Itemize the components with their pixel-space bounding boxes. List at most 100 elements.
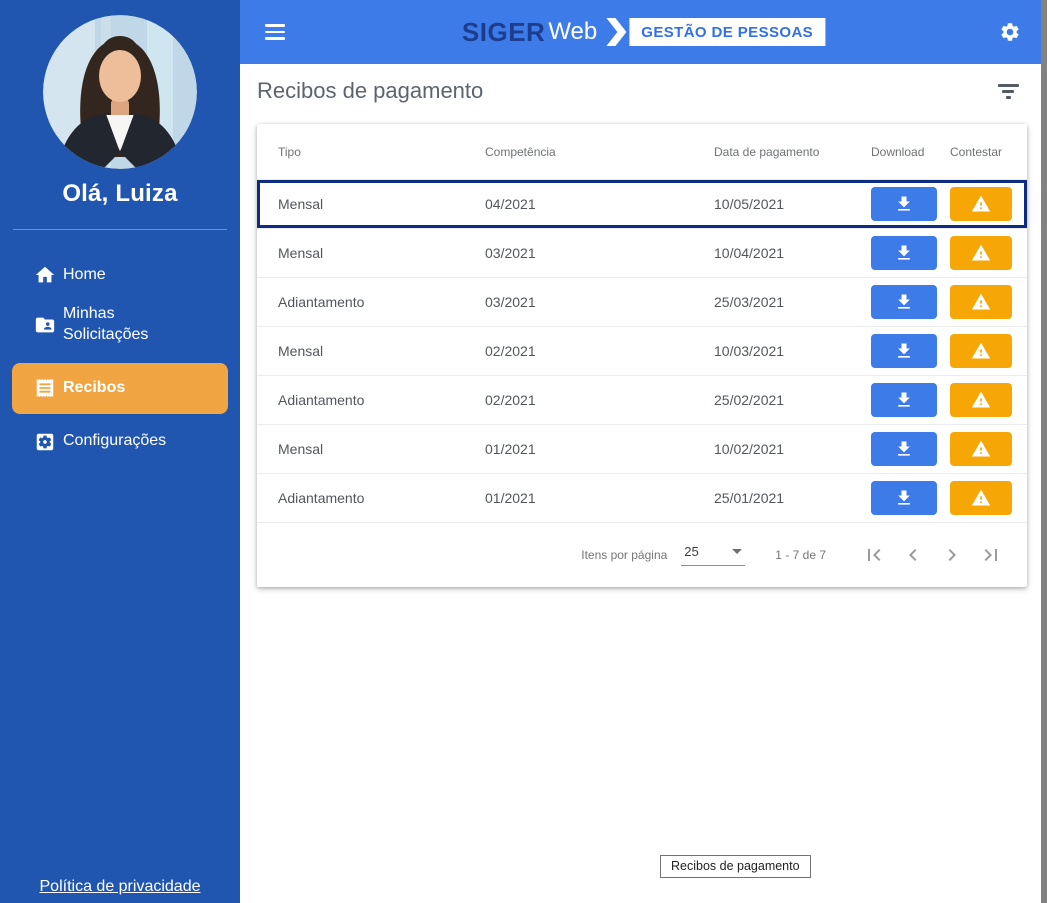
app-window: Olá, Luiza Home Minhas Solicitações Reci… [0, 0, 1047, 903]
cell-competencia: 01/2021 [485, 441, 714, 457]
download-icon [894, 292, 914, 312]
scrollbar[interactable] [1041, 0, 1047, 903]
sidebar: Olá, Luiza Home Minhas Solicitações Reci… [0, 0, 240, 903]
menu-icon[interactable] [265, 24, 285, 40]
table-row: Mensal 01/2021 10/02/2021 [257, 425, 1027, 474]
cell-competencia: 03/2021 [485, 294, 714, 310]
table-row: Adiantamento 02/2021 25/02/2021 [257, 376, 1027, 425]
cell-tipo: Adiantamento [257, 490, 485, 506]
download-button[interactable] [871, 187, 937, 221]
chevron-right-icon[interactable] [940, 543, 964, 567]
warning-icon [971, 439, 991, 459]
sidebar-item-home[interactable]: Home [0, 255, 240, 295]
download-button[interactable] [871, 334, 937, 368]
table-body: Mensal 04/2021 10/05/2021 Mensal 03/2021… [257, 180, 1027, 523]
contest-button[interactable] [950, 432, 1012, 466]
sidebar-item-minhas-solicitacoes[interactable]: Minhas Solicitações [0, 295, 240, 355]
first-page-icon[interactable] [862, 543, 886, 567]
cell-tipo: Adiantamento [257, 294, 485, 310]
table-header-row: Tipo Competência Data de pagamento Downl… [257, 124, 1027, 180]
receipt-icon [34, 377, 56, 399]
sidebar-item-label: Minhas Solicitações [63, 304, 185, 346]
sidebar-menu: Home Minhas Solicitações Recibos Configu… [0, 255, 240, 462]
column-header-competencia: Competência [485, 145, 714, 159]
avatar-photo-woman [43, 15, 197, 169]
cell-data-pagamento: 10/04/2021 [714, 245, 871, 261]
settings-square-icon [34, 431, 56, 453]
warning-icon [971, 488, 991, 508]
sidebar-item-label: Recibos [63, 378, 125, 399]
column-header-data-pagamento: Data de pagamento [714, 145, 871, 159]
warning-icon [971, 390, 991, 410]
brand-logo: SIGER Web GESTÃO DE PESSOAS [462, 0, 825, 64]
contest-button[interactable] [950, 481, 1012, 515]
cell-competencia: 01/2021 [485, 490, 714, 506]
contest-button[interactable] [950, 285, 1012, 319]
sidebar-divider [13, 229, 227, 230]
brand-badge: GESTÃO DE PESSOAS [629, 18, 825, 46]
brand-web-text: Web [548, 18, 597, 46]
contest-button[interactable] [950, 334, 1012, 368]
download-icon [894, 341, 914, 361]
sidebar-item-label: Configurações [63, 431, 166, 452]
privacy-link-wrap: Política de privacidade [0, 878, 240, 896]
download-button[interactable] [871, 285, 937, 319]
items-per-page-value: 25 [684, 544, 698, 559]
cell-data-pagamento: 10/02/2021 [714, 441, 871, 457]
avatar [43, 15, 197, 169]
brand-chevron-icon [606, 18, 626, 46]
column-header-tipo: Tipo [257, 145, 485, 159]
items-per-page-label: Itens por página [581, 548, 667, 562]
download-button[interactable] [871, 481, 937, 515]
download-icon [894, 390, 914, 410]
page-title: Recibos de pagamento [257, 78, 483, 104]
cell-tipo: Mensal [257, 343, 485, 359]
folder-shared-icon [34, 314, 56, 336]
home-icon [34, 264, 56, 286]
brand-siger-text: SIGER [462, 17, 545, 48]
filter-list-icon[interactable] [997, 84, 1019, 102]
download-button[interactable] [871, 383, 937, 417]
gear-icon[interactable] [999, 21, 1021, 43]
receipts-table-card: Tipo Competência Data de pagamento Downl… [257, 124, 1027, 587]
warning-icon [971, 292, 991, 312]
pagination-bar: Itens por página 25 1 - 7 de 7 [257, 523, 1027, 587]
cell-data-pagamento: 25/03/2021 [714, 294, 871, 310]
cell-competencia: 02/2021 [485, 392, 714, 408]
sidebar-item-configuracoes[interactable]: Configurações [0, 422, 240, 462]
cell-tipo: Adiantamento [257, 392, 485, 408]
dropdown-caret-icon [732, 549, 742, 554]
download-button[interactable] [871, 432, 937, 466]
contest-button[interactable] [950, 383, 1012, 417]
tooltip: Recibos de pagamento [660, 855, 811, 878]
chevron-left-icon[interactable] [901, 543, 925, 567]
download-icon [894, 439, 914, 459]
user-greeting: Olá, Luiza [0, 180, 240, 208]
cell-tipo: Mensal [257, 245, 485, 261]
cell-competencia: 02/2021 [485, 343, 714, 359]
warning-icon [971, 243, 991, 263]
download-icon [894, 194, 914, 214]
table-row: Mensal 02/2021 10/03/2021 [257, 327, 1027, 376]
sidebar-item-recibos[interactable]: Recibos [12, 363, 228, 414]
items-per-page-select[interactable]: 25 [681, 544, 745, 566]
column-header-download: Download [871, 145, 948, 159]
cell-data-pagamento: 25/02/2021 [714, 392, 871, 408]
main-content: Recibos de pagamento Tipo Competência Da… [240, 64, 1047, 903]
download-icon [894, 243, 914, 263]
privacy-policy-link[interactable]: Política de privacidade [40, 878, 201, 895]
last-page-icon[interactable] [979, 543, 1003, 567]
warning-icon [971, 341, 991, 361]
cell-competencia: 04/2021 [485, 196, 714, 212]
cell-data-pagamento: 10/05/2021 [714, 196, 871, 212]
cell-competencia: 03/2021 [485, 245, 714, 261]
pagination-range-label: 1 - 7 de 7 [775, 548, 826, 562]
download-button[interactable] [871, 236, 937, 270]
contest-button[interactable] [950, 236, 1012, 270]
topbar: SIGER Web GESTÃO DE PESSOAS [240, 0, 1047, 64]
cell-data-pagamento: 25/01/2021 [714, 490, 871, 506]
cell-tipo: Mensal [257, 196, 485, 212]
table-row: Mensal 04/2021 10/05/2021 [257, 180, 1027, 229]
contest-button[interactable] [950, 187, 1012, 221]
sidebar-item-label: Home [63, 265, 106, 286]
